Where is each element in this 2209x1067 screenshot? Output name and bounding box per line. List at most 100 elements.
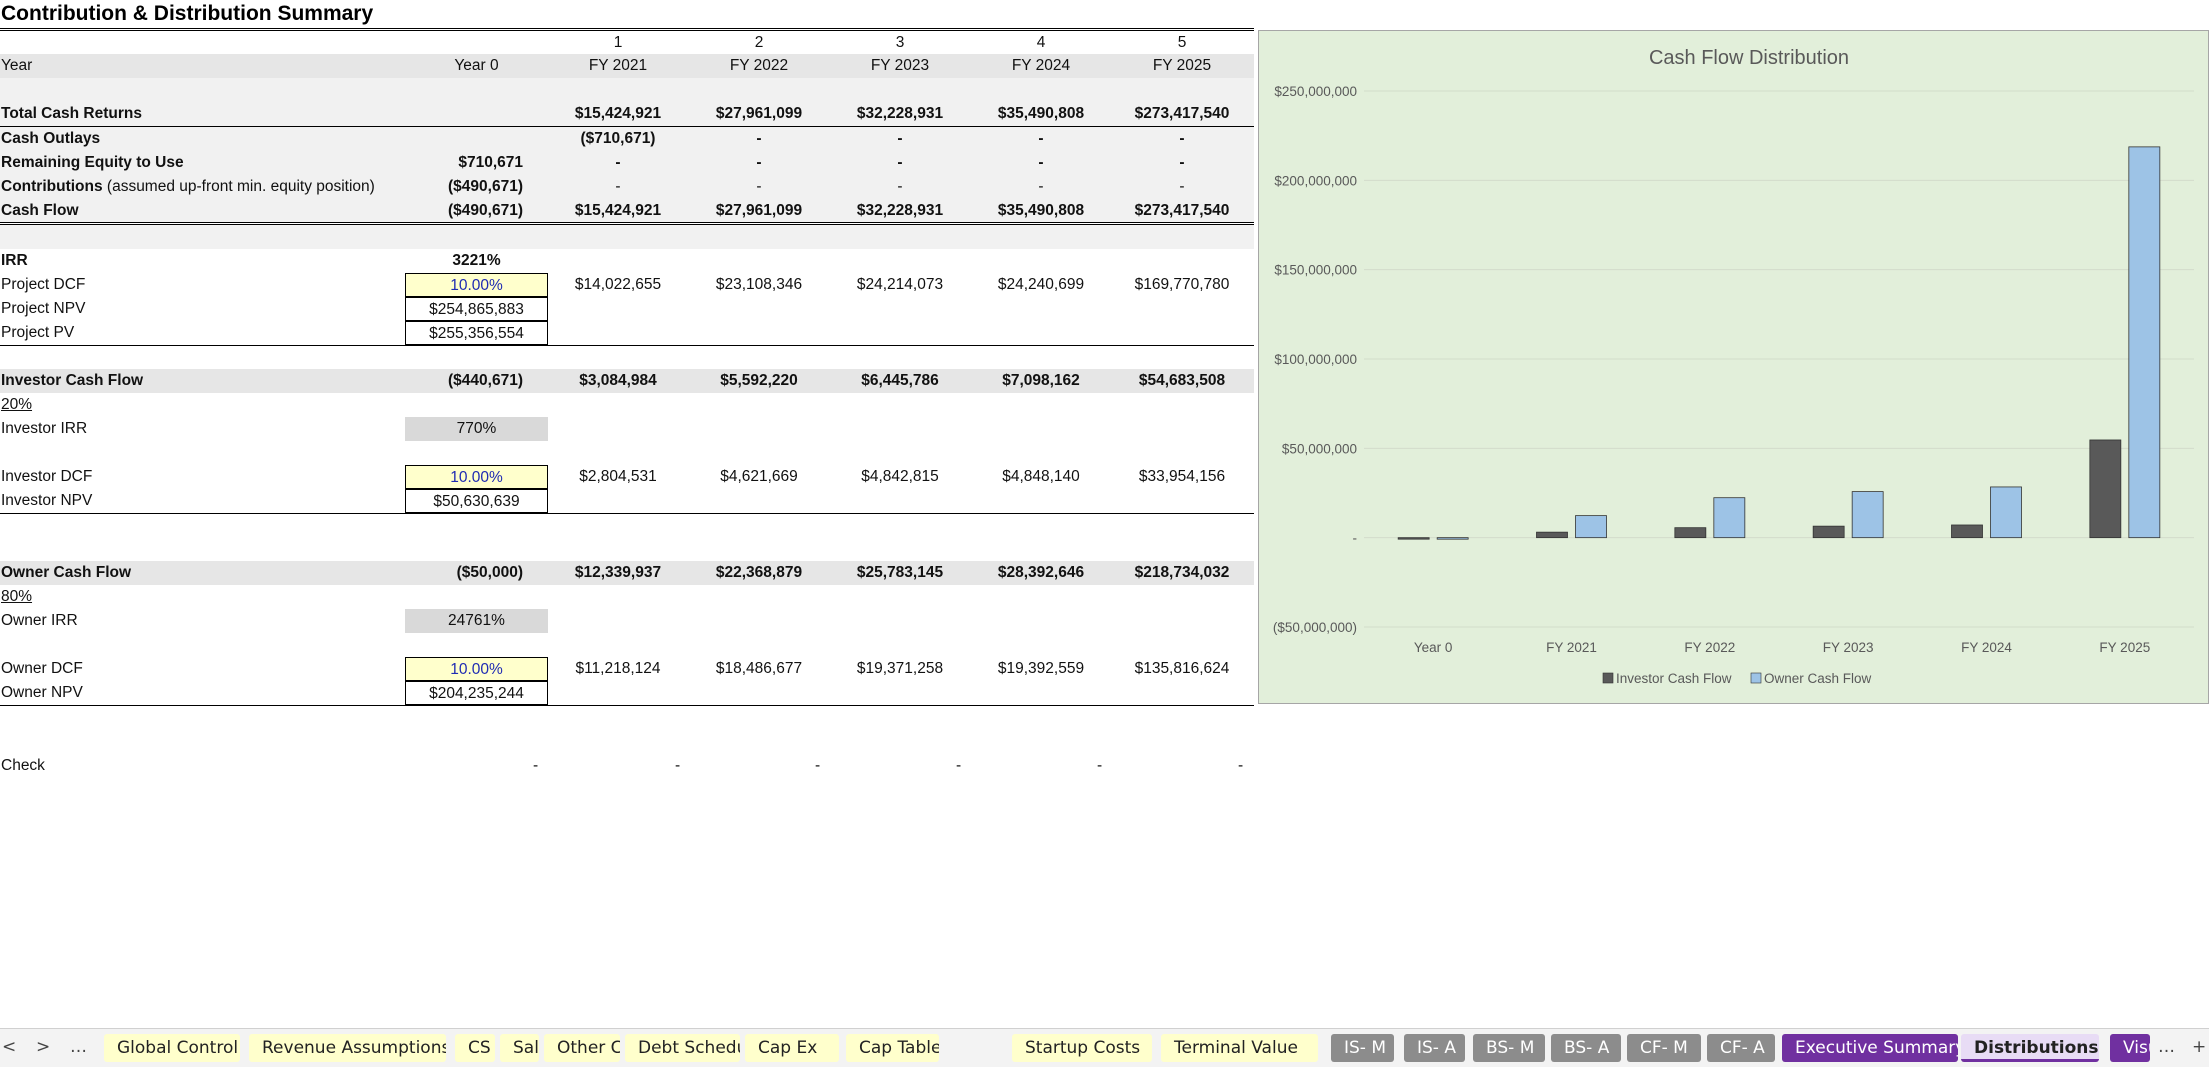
period-4[interactable]: 4 xyxy=(970,31,1112,55)
row-label[interactable]: Investor IRR xyxy=(1,417,87,441)
row-label[interactable]: Total Cash Returns xyxy=(1,102,142,126)
year-0-cell[interactable]: ($490,671) xyxy=(405,175,523,199)
cell[interactable]: - xyxy=(830,127,970,151)
cell[interactable]: - xyxy=(970,175,1112,199)
sheet-tab[interactable]: Debt Schedule xyxy=(625,1034,740,1062)
cell[interactable]: - xyxy=(548,175,688,199)
cell[interactable]: - xyxy=(1112,127,1252,151)
cell[interactable]: $35,490,808 xyxy=(970,102,1112,126)
sheet-tab[interactable]: IS- A xyxy=(1404,1034,1465,1062)
fy-2021-header[interactable]: FY 2021 xyxy=(548,54,688,78)
project-pv-value[interactable]: $255,356,554 xyxy=(405,321,548,345)
owner-irr-value[interactable]: 24761% xyxy=(405,609,548,633)
cell[interactable]: $273,417,540 xyxy=(1112,199,1252,223)
fy-2024-header[interactable]: FY 2024 xyxy=(970,54,1112,78)
check-cell[interactable]: - xyxy=(956,754,961,778)
row-label[interactable]: Owner NPV xyxy=(1,681,83,705)
cell[interactable]: $169,770,780 xyxy=(1112,273,1252,297)
check-cell[interactable]: - xyxy=(1097,754,1102,778)
sheet-tab[interactable]: Revenue Assumptions xyxy=(249,1034,446,1062)
sheet-tab[interactable]: Global Control xyxy=(104,1034,240,1062)
cell[interactable]: $4,621,669 xyxy=(688,465,830,489)
cell[interactable]: $273,417,540 xyxy=(1112,102,1252,126)
cell[interactable]: $18,486,677 xyxy=(688,657,830,681)
cell[interactable]: $3,084,984 xyxy=(548,369,688,393)
cell[interactable]: $22,368,879 xyxy=(688,561,830,585)
cell[interactable]: $19,392,559 xyxy=(970,657,1112,681)
sheet-tab[interactable]: BS- M xyxy=(1473,1034,1545,1062)
cell[interactable]: - xyxy=(970,151,1112,175)
fy-2025-header[interactable]: FY 2025 xyxy=(1112,54,1252,78)
cell[interactable]: $15,424,921 xyxy=(548,102,688,126)
period-1[interactable]: 1 xyxy=(548,31,688,55)
more-tabs-right-icon[interactable]: … xyxy=(2158,1037,2175,1057)
investor-npv-value[interactable]: $50,630,639 xyxy=(405,489,548,513)
row-label[interactable]: Owner DCF xyxy=(1,657,83,681)
owner-dcf-rate-input[interactable]: 10.00% xyxy=(405,657,548,681)
sheet-tab[interactable]: CS xyxy=(455,1034,495,1062)
cell[interactable]: - xyxy=(830,151,970,175)
cell[interactable]: $27,961,099 xyxy=(688,102,830,126)
row-label[interactable]: Remaining Equity to Use xyxy=(1,151,184,175)
cell[interactable]: - xyxy=(970,127,1112,151)
year-0-cell[interactable]: $710,671 xyxy=(405,151,523,175)
investor-irr-value[interactable]: 770% xyxy=(405,417,548,441)
row-label[interactable]: Investor DCF xyxy=(1,465,92,489)
cell[interactable]: $2,804,531 xyxy=(548,465,688,489)
check-cell[interactable]: - xyxy=(815,754,820,778)
check-cell[interactable]: - xyxy=(533,754,538,778)
cell[interactable]: - xyxy=(1112,151,1252,175)
cell[interactable]: $135,816,624 xyxy=(1112,657,1252,681)
cell[interactable]: $6,445,786 xyxy=(830,369,970,393)
year-0-header[interactable]: Year 0 xyxy=(405,54,548,78)
cell[interactable]: $7,098,162 xyxy=(970,369,1112,393)
sheet-tab[interactable]: Startup Costs xyxy=(1012,1034,1152,1062)
year-0-cell[interactable]: ($440,671) xyxy=(405,369,523,393)
cell[interactable]: $27,961,099 xyxy=(688,199,830,223)
fy-2022-header[interactable]: FY 2022 xyxy=(688,54,830,78)
owner-npv-value[interactable]: $204,235,244 xyxy=(405,681,548,705)
cell[interactable]: $5,592,220 xyxy=(688,369,830,393)
period-3[interactable]: 3 xyxy=(830,31,970,55)
scroll-tabs-right-icon[interactable]: > xyxy=(36,1037,50,1057)
year-0-cell[interactable]: ($50,000) xyxy=(405,561,523,585)
project-irr-value[interactable]: 3221% xyxy=(405,249,548,273)
owner-share[interactable]: 80% xyxy=(1,585,32,609)
row-label[interactable]: IRR xyxy=(1,249,28,273)
sheet-tab[interactable]: Terminal Value xyxy=(1161,1034,1318,1062)
sheet-tab[interactable]: Cap Ex xyxy=(745,1034,839,1062)
sheet-tab[interactable]: Visu xyxy=(2110,1034,2150,1062)
cell[interactable]: $32,228,931 xyxy=(830,102,970,126)
row-label[interactable]: Investor Cash Flow xyxy=(1,369,143,393)
fy-2023-header[interactable]: FY 2023 xyxy=(830,54,970,78)
cell[interactable]: - xyxy=(1112,175,1252,199)
cash-flow-distribution-chart[interactable]: Cash Flow Distribution $250,000,000 $200,0… xyxy=(1258,30,2209,704)
check-cell[interactable]: - xyxy=(675,754,680,778)
cell[interactable]: $23,108,346 xyxy=(688,273,830,297)
cell[interactable]: $33,954,156 xyxy=(1112,465,1252,489)
project-dcf-rate-input[interactable]: 10.00% xyxy=(405,273,548,297)
cell[interactable]: $218,734,032 xyxy=(1112,561,1252,585)
cell[interactable]: $14,022,655 xyxy=(548,273,688,297)
period-2[interactable]: 2 xyxy=(688,31,830,55)
cell[interactable]: $15,424,921 xyxy=(548,199,688,223)
cell[interactable]: - xyxy=(688,175,830,199)
cell[interactable]: - xyxy=(688,127,830,151)
row-label[interactable]: Cash Flow xyxy=(1,199,79,223)
row-label[interactable]: Contributions xyxy=(1,178,103,195)
sheet-tab[interactable]: Sales xyxy=(500,1034,539,1062)
sheet-tab[interactable]: IS- M xyxy=(1331,1034,1394,1062)
cell[interactable]: $25,783,145 xyxy=(830,561,970,585)
project-npv-value[interactable]: $254,865,883 xyxy=(405,297,548,321)
row-label[interactable]: Check xyxy=(1,754,45,778)
sheet-tab[interactable]: BS- A xyxy=(1551,1034,1621,1062)
cell[interactable]: $12,339,937 xyxy=(548,561,688,585)
cell[interactable]: - xyxy=(548,151,688,175)
cell[interactable]: $4,848,140 xyxy=(970,465,1112,489)
row-label[interactable]: Owner IRR xyxy=(1,609,78,633)
cell[interactable]: $54,683,508 xyxy=(1112,369,1252,393)
sheet-tab[interactable]: Other Costs xyxy=(544,1034,620,1062)
year-label[interactable]: Year xyxy=(1,54,32,78)
cell[interactable]: $32,228,931 xyxy=(830,199,970,223)
row-label[interactable]: Owner Cash Flow xyxy=(1,561,131,585)
